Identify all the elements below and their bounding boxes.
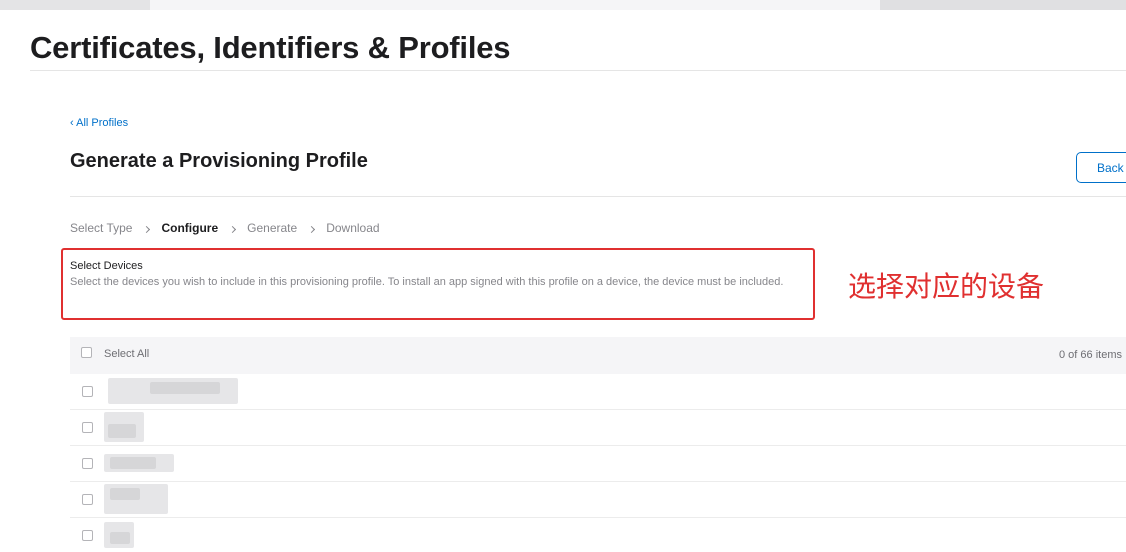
chevron-right-icon xyxy=(308,225,316,233)
device-row[interactable] xyxy=(70,410,1126,446)
step-configure: Configure xyxy=(161,221,219,235)
title-divider xyxy=(30,70,1126,71)
section-title: Generate a Provisioning Profile xyxy=(70,150,368,172)
step-download: Download xyxy=(326,221,380,235)
top-nav-blurred-left xyxy=(0,0,150,10)
device-row[interactable] xyxy=(70,518,1126,552)
device-checkbox[interactable] xyxy=(82,422,93,433)
select-devices-description: Select the devices you wish to include i… xyxy=(70,276,784,288)
device-checkbox[interactable] xyxy=(82,494,93,505)
step-generate: Generate xyxy=(247,221,298,235)
select-all-checkbox[interactable] xyxy=(81,347,92,358)
device-name-redacted xyxy=(110,532,130,544)
device-row[interactable] xyxy=(70,482,1126,518)
device-row[interactable] xyxy=(70,446,1126,482)
device-list-header xyxy=(70,337,1126,374)
device-checkbox[interactable] xyxy=(82,530,93,541)
all-profiles-link[interactable]: ‹ All Profiles xyxy=(70,117,128,129)
top-nav-blurred-right xyxy=(880,0,1126,10)
chevron-right-icon xyxy=(143,225,151,233)
device-checkbox[interactable] xyxy=(82,458,93,469)
page-title: Certificates, Identifiers & Profiles xyxy=(30,30,511,65)
back-button[interactable]: Back xyxy=(1076,152,1126,183)
top-nav-bar xyxy=(0,0,1126,10)
device-name-redacted xyxy=(110,457,156,469)
device-name-redacted xyxy=(110,488,140,500)
device-name-redacted xyxy=(150,382,220,394)
annotation-text: 选择对应的设备 xyxy=(848,271,1045,302)
step-select-type: Select Type xyxy=(70,221,133,235)
device-name-redacted xyxy=(108,424,136,438)
select-all-label: Select All xyxy=(104,348,150,360)
device-row[interactable] xyxy=(70,374,1126,410)
selected-count: 0 of 66 items xyxy=(1059,349,1122,361)
section-divider xyxy=(70,196,1126,197)
chevron-right-icon xyxy=(229,225,237,233)
select-devices-heading: Select Devices xyxy=(70,260,143,272)
wizard-steps: Select Type Configure Generate Download xyxy=(70,220,380,236)
device-checkbox[interactable] xyxy=(82,386,93,397)
